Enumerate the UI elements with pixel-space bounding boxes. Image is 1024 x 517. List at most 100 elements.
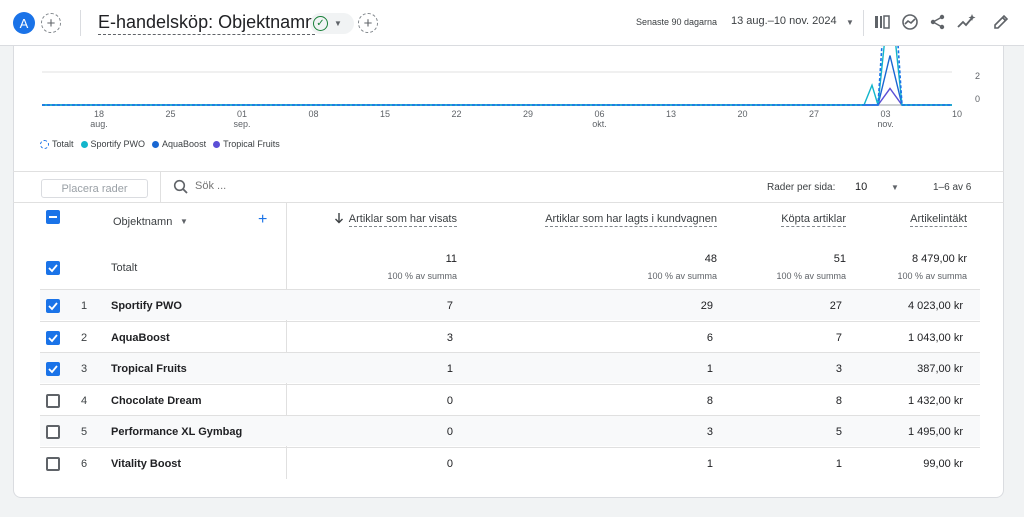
row-rank: 1	[81, 300, 88, 312]
series-line	[42, 87, 952, 106]
row-rank: 3	[81, 363, 88, 375]
y-tick-label: 2	[975, 71, 980, 81]
legend-item-aquaboost[interactable]: AquaBoost	[152, 139, 206, 149]
total-viewed-pct: 100 % av summa	[387, 271, 457, 281]
x-tick-label: 25	[165, 109, 175, 119]
table-row: 5 Performance XL Gymbag 0 3 5 1 495,00 kr	[40, 415, 980, 446]
row-added: 8	[706, 395, 713, 407]
row-rank: 2	[81, 332, 88, 344]
legend-swatch	[40, 139, 49, 149]
row-item-name: Performance XL Gymbag	[111, 426, 243, 438]
x-tick-label: 27	[809, 109, 819, 119]
add-report-icon[interactable]: +	[358, 13, 378, 33]
column-header-purchased[interactable]: Köpta artiklar	[781, 213, 846, 227]
check-circle-icon: ✓	[313, 16, 328, 31]
report-status-chip[interactable]: ✓ ▼	[310, 13, 354, 34]
row-viewed: 0	[446, 426, 453, 438]
row-item-name: AquaBoost	[111, 332, 170, 344]
add-dimension-icon[interactable]: +	[258, 211, 267, 229]
table-row: 2 AquaBoost 3 6 7 1 043,00 kr	[40, 321, 980, 352]
add-comparison-icon[interactable]: +	[41, 13, 61, 33]
x-tick-label: 03	[880, 109, 890, 119]
totals-label: Totalt	[111, 262, 138, 274]
date-range-label[interactable]: Senaste 90 dagarna	[636, 17, 717, 27]
row-checkbox[interactable]	[46, 331, 60, 345]
column-header-revenue[interactable]: Artikelintäkt	[910, 213, 967, 227]
place-rows-input[interactable]: Placera rader	[41, 179, 148, 198]
legend-swatch	[213, 140, 221, 148]
row-rank: 5	[81, 426, 88, 438]
total-purchased-pct: 100 % av summa	[776, 271, 846, 281]
x-tick-label: 10	[952, 109, 962, 119]
total-purchased: 51	[833, 253, 846, 265]
legend-label: AquaBoost	[162, 139, 207, 149]
row-viewed: 7	[446, 300, 453, 312]
row-revenue: 387,00 kr	[917, 363, 963, 375]
totals-checkbox[interactable]	[46, 261, 60, 275]
share-icon[interactable]	[928, 12, 948, 32]
series-line	[42, 55, 952, 106]
x-tick-label: 20	[737, 109, 747, 119]
column-header-objektnamn[interactable]: Objektnamn	[113, 216, 172, 228]
x-tick-month-label: okt.	[592, 119, 607, 129]
row-item-name: Sportify PWO	[111, 300, 182, 312]
report-title[interactable]: E-handelsköp: Objektnamn	[98, 12, 316, 35]
avatar[interactable]: A	[13, 12, 35, 34]
row-viewed: 3	[446, 332, 453, 344]
chevron-down-icon[interactable]: ▼	[180, 217, 188, 226]
legend-item-tropical[interactable]: Tropical Fruits	[213, 139, 280, 149]
column-header-viewed[interactable]: Artiklar som har visats	[348, 213, 457, 227]
total-revenue-pct: 100 % av summa	[897, 271, 967, 281]
rows-per-page-label: Rader per sida:	[767, 182, 836, 193]
x-tick-label: 22	[451, 109, 461, 119]
row-added: 1	[706, 363, 713, 375]
row-rank: 6	[81, 458, 88, 470]
row-revenue: 1 495,00 kr	[907, 426, 963, 438]
series-line	[42, 46, 952, 106]
row-viewed: 0	[446, 458, 453, 470]
legend-label: Tropical Fruits	[223, 139, 280, 149]
x-tick-label: 15	[380, 109, 390, 119]
chevron-down-icon[interactable]: ▼	[891, 183, 899, 192]
row-checkbox[interactable]	[46, 425, 60, 439]
trend-sparkle-icon[interactable]	[956, 12, 976, 32]
row-checkbox[interactable]	[46, 362, 60, 376]
select-all-checkbox[interactable]	[46, 210, 60, 224]
rows-per-page-select[interactable]: 10	[855, 181, 867, 193]
table-row: 3 Tropical Fruits 1 1 3 387,00 kr	[40, 352, 980, 383]
row-checkbox[interactable]	[46, 457, 60, 471]
date-range-value[interactable]: 13 aug.–10 nov. 2024	[731, 15, 837, 27]
row-checkbox[interactable]	[46, 394, 60, 408]
legend-swatch	[80, 140, 88, 148]
row-purchased: 8	[835, 395, 842, 407]
row-revenue: 99,00 kr	[923, 458, 963, 470]
x-tick-label: 13	[666, 109, 676, 119]
legend-item-totalt[interactable]: Totalt	[40, 139, 74, 149]
row-item-name: Vitality Boost	[111, 458, 182, 470]
legend-label: Sportify PWO	[90, 139, 146, 149]
row-purchased: 5	[835, 426, 842, 438]
table-row: 1 Sportify PWO 7 29 27 4 023,00 kr	[40, 289, 980, 320]
row-revenue: 4 023,00 kr	[907, 300, 963, 312]
row-added: 6	[706, 332, 713, 344]
divider	[863, 10, 864, 36]
column-header-added[interactable]: Artiklar som har lagts i kundvagnen	[545, 213, 717, 227]
search-input[interactable]	[195, 180, 395, 192]
row-purchased: 1	[835, 458, 842, 470]
row-checkbox[interactable]	[46, 299, 60, 313]
edit-pencil-icon[interactable]	[991, 12, 1011, 32]
pagination-status: 1–6 av 6	[933, 182, 972, 193]
sort-arrow-down-icon[interactable]	[334, 212, 344, 227]
legend-item-sportify[interactable]: Sportify PWO	[80, 139, 146, 149]
row-purchased: 27	[829, 300, 842, 312]
chevron-down-icon: ▼	[334, 19, 342, 28]
insights-icon[interactable]	[900, 12, 920, 32]
row-viewed: 0	[446, 395, 453, 407]
search-icon	[173, 179, 189, 200]
y-tick-label: 0	[975, 94, 980, 104]
chart-legend: Totalt Sportify PWO AquaBoost Tropical F…	[40, 139, 280, 149]
legend-label: Totalt	[52, 139, 74, 149]
total-added: 48	[704, 253, 717, 265]
compare-columns-icon[interactable]	[872, 12, 892, 32]
date-dropdown-icon[interactable]: ▼	[846, 18, 854, 27]
